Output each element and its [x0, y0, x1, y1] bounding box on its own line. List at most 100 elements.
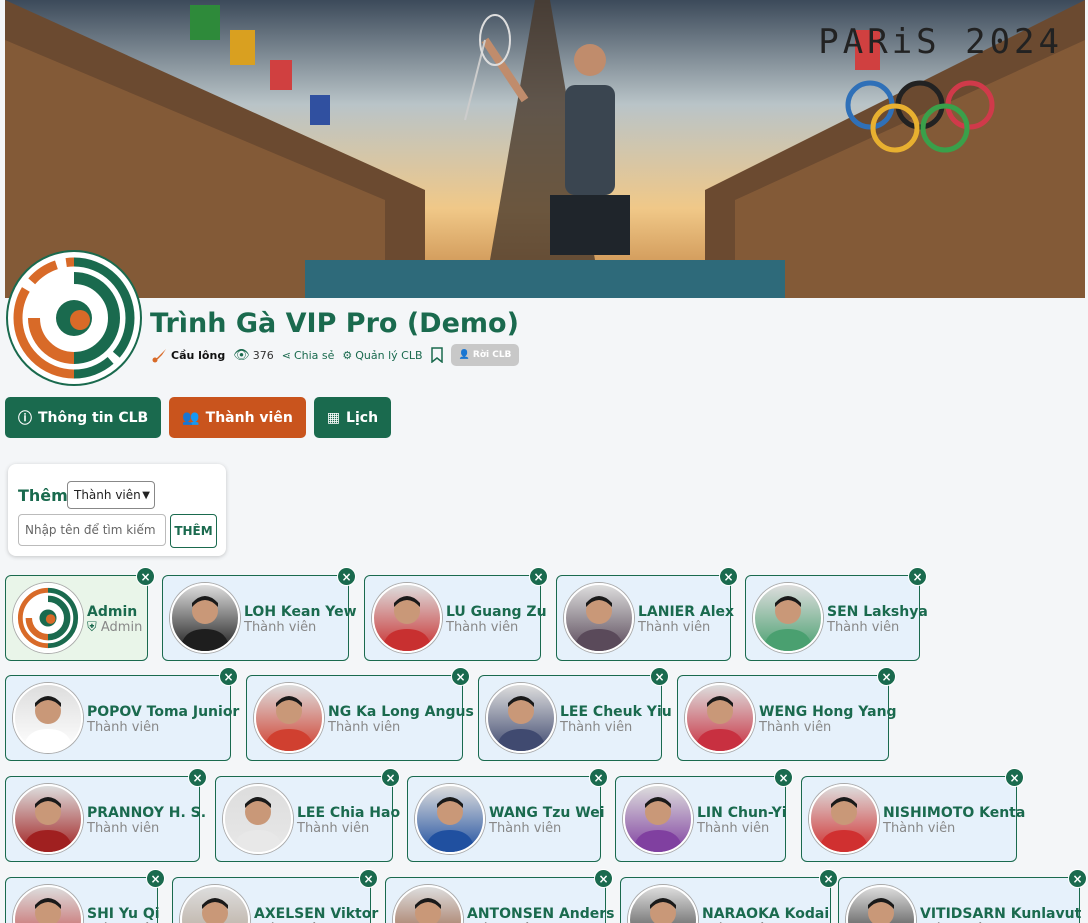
remove-member-button[interactable]: ×: [337, 567, 356, 586]
member-role: Thành viên: [297, 821, 370, 836]
member-name: NISHIMOTO Kenta: [883, 805, 1026, 821]
remove-member-button[interactable]: ×: [877, 667, 896, 686]
remove-member-button[interactable]: ×: [1068, 869, 1087, 888]
member-name: VITIDSARN Kunlavut: [920, 906, 1082, 922]
member-name: WENG Hong Yang: [759, 704, 897, 720]
member-card[interactable]: LIN Chun-Yi Thành viên ×: [615, 768, 793, 862]
member-name: LIN Chun-Yi: [697, 805, 787, 821]
avatar: [623, 784, 693, 854]
banner-watermark: PARiS 2024: [818, 22, 1063, 62]
member-card[interactable]: NG Ka Long Angus Thành viên ×: [246, 667, 474, 761]
member-card[interactable]: VITIDSARN KunlavutThành viên×: [838, 869, 1087, 923]
tab-bar: ⓘ Thông tin CLB 👥 Thành viên ▦ Lịch: [5, 397, 392, 438]
member-card[interactable]: SHI Yu QiThành viên×: [5, 869, 165, 923]
member-name: PRANNOY H. S.: [87, 805, 207, 821]
member-name: NARAOKA Kodai: [702, 906, 830, 922]
share-link[interactable]: ⋖ Chia sẻ: [282, 349, 335, 362]
member-card[interactable]: NISHIMOTO Kenta Thành viên ×: [801, 768, 1025, 862]
avatar: [13, 885, 83, 923]
member-name: WANG Tzu Wei: [489, 805, 605, 821]
avatar: [254, 683, 324, 753]
member-card[interactable]: WANG Tzu Wei Thành viên ×: [407, 768, 608, 862]
member-search-input[interactable]: Nhập tên để tìm kiếm: [18, 514, 166, 546]
remove-member-button[interactable]: ×: [146, 869, 165, 888]
shield-icon: ⛨: [87, 620, 101, 635]
avatar: [564, 583, 634, 653]
remove-member-button[interactable]: ×: [136, 567, 155, 586]
member-card[interactable]: PRANNOY H. S. Thành viên ×: [5, 768, 207, 862]
remove-member-button[interactable]: ×: [1005, 768, 1024, 787]
member-name: LEE Cheuk Yiu: [560, 704, 672, 720]
tab-schedule[interactable]: ▦ Lịch: [313, 397, 392, 438]
remove-member-button[interactable]: ×: [589, 768, 608, 787]
member-role: Thành viên: [328, 720, 401, 735]
manage-club-link[interactable]: ⚙ Quản lý CLB: [342, 349, 422, 362]
leave-club-button[interactable]: 👤 Rời CLB: [450, 344, 520, 366]
remove-member-button[interactable]: ×: [774, 768, 793, 787]
member-name: SHI Yu Qi: [87, 906, 160, 922]
avatar: [372, 583, 442, 653]
share-icon: ⋖: [281, 348, 291, 362]
member-name: SEN Lakshya: [827, 604, 928, 620]
member-name: AXELSEN Viktor: [254, 906, 379, 922]
avatar: [13, 583, 83, 653]
member-card[interactable]: LOH Kean Yew Thành viên ×: [162, 567, 357, 661]
remove-member-button[interactable]: ×: [819, 869, 838, 888]
avatar: [486, 683, 556, 753]
tab-members[interactable]: 👥 Thành viên: [169, 397, 306, 438]
member-name: LOH Kean Yew: [244, 604, 357, 620]
avatar: [753, 583, 823, 653]
avatar: [13, 784, 83, 854]
bookmark-icon: [430, 347, 443, 363]
remove-member-button[interactable]: ×: [188, 768, 207, 787]
member-role: Thành viên: [489, 821, 562, 836]
remove-member-button[interactable]: ×: [594, 869, 613, 888]
member-role: Thành viên: [87, 720, 160, 735]
remove-member-button[interactable]: ×: [650, 667, 669, 686]
cover-banner: PARiS 2024: [5, 0, 1085, 298]
member-card[interactable]: POPOV Toma Junior Thành viên ×: [5, 667, 239, 761]
avatar: [628, 885, 698, 923]
role-select[interactable]: Thành viên ▼: [67, 481, 155, 509]
remove-member-button[interactable]: ×: [451, 667, 470, 686]
member-card[interactable]: LEE Cheuk Yiu Thành viên ×: [478, 667, 672, 761]
tab-club-info[interactable]: ⓘ Thông tin CLB: [5, 397, 162, 438]
member-name: POPOV Toma Junior: [87, 704, 240, 720]
member-card[interactable]: AXELSEN ViktorThành viên×: [172, 869, 378, 923]
member-card[interactable]: SEN Lakshya Thành viên ×: [745, 567, 928, 661]
remove-member-button[interactable]: ×: [908, 567, 927, 586]
remove-member-button[interactable]: ×: [359, 869, 378, 888]
add-member-button[interactable]: THÊM: [170, 514, 217, 548]
member-role: Thành viên: [827, 620, 900, 635]
add-label: Thêm: [18, 486, 68, 505]
member-card[interactable]: LEE Chia Hao Thành viên ×: [215, 768, 400, 862]
member-card[interactable]: LU Guang Zu Thành viên ×: [364, 567, 548, 661]
member-name: LEE Chia Hao: [297, 805, 401, 821]
member-name: ANTONSEN Anders: [467, 906, 615, 922]
member-card[interactable]: NARAOKA KodaiThành viên×: [620, 869, 838, 923]
remove-member-button[interactable]: ×: [529, 567, 548, 586]
member-card[interactable]: WENG Hong Yang Thành viên ×: [677, 667, 897, 761]
club-logo: [6, 250, 142, 386]
member-role: Thành viên: [759, 720, 832, 735]
member-name: LU Guang Zu: [446, 604, 547, 620]
avatar: [180, 885, 250, 923]
add-member-panel: Thêm Thành viên ▼ Nhập tên để tìm kiếm T…: [8, 464, 226, 556]
member-card[interactable]: ANTONSEN AndersThành viên×: [385, 869, 615, 923]
users-icon: 👥: [182, 409, 200, 426]
member-role: Thành viên: [87, 821, 160, 836]
remove-member-button[interactable]: ×: [381, 768, 400, 787]
remove-member-button[interactable]: ×: [719, 567, 738, 586]
info-icon: ⓘ: [18, 410, 32, 427]
calendar-icon: ▦: [326, 409, 341, 426]
member-name: NG Ka Long Angus: [328, 704, 474, 720]
shuttlecock-icon: [152, 349, 166, 363]
gear-icon: ⚙: [342, 348, 353, 362]
member-name: LANIER Alex: [638, 604, 735, 620]
member-card[interactable]: LANIER Alex Thành viên ×: [556, 567, 738, 661]
member-role: ⛨ Admin: [87, 620, 143, 635]
club-title: Trình Gà VIP Pro (Demo): [150, 308, 519, 339]
remove-member-button[interactable]: ×: [219, 667, 238, 686]
bookmark-button[interactable]: [430, 347, 443, 363]
member-card[interactable]: Admin ⛨ Admin ×: [5, 567, 155, 661]
